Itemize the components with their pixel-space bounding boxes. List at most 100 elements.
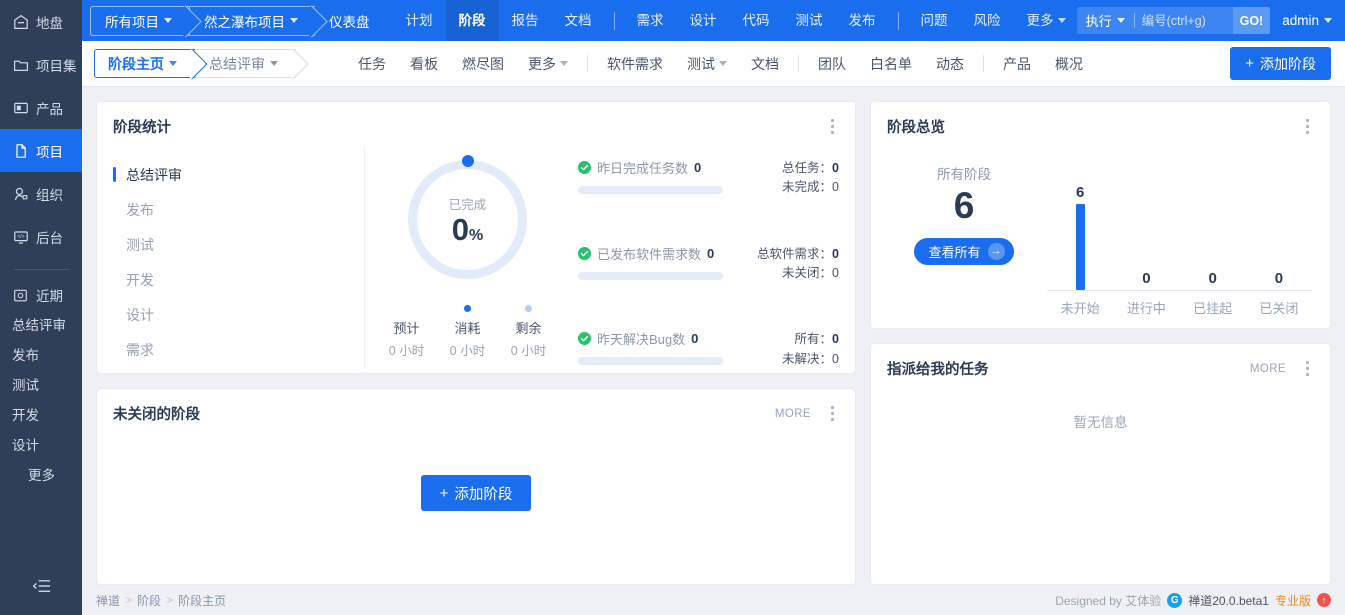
page-title: 阶段统计: [113, 120, 171, 136]
kpi-stat-value: 0: [832, 351, 839, 366]
kpi-header: 已发布软件需求数 0: [578, 244, 746, 263]
breadcrumb-label: 然之瀑布项目: [204, 14, 285, 30]
subnav-item-product[interactable]: 产品: [991, 41, 1043, 87]
stage-list-item-develop[interactable]: 开发: [113, 262, 364, 297]
sidebar-recent-item-4[interactable]: 设计: [0, 431, 82, 461]
sidebar-item-home[interactable]: 地盘: [0, 0, 82, 43]
stage-list-item-test[interactable]: 测试: [113, 227, 364, 262]
topnav-item-design[interactable]: 设计: [677, 0, 730, 41]
subnav-item-more[interactable]: 更多: [516, 41, 580, 87]
stage-statistics-body: 总结评审 发布 测试 开发 设计 需求 已完成 0% 预计 0 小时 消耗 0 …: [97, 137, 855, 369]
arrow-right-icon: →: [987, 242, 1005, 260]
donut-number: 0: [451, 212, 469, 247]
folder-icon: [12, 56, 29, 73]
topnav-item-story[interactable]: 需求: [624, 0, 677, 41]
stage-list-item-design[interactable]: 设计: [113, 297, 364, 332]
bar-category-label: 进行中: [1126, 301, 1166, 316]
kebab-menu-icon[interactable]: [1300, 118, 1314, 136]
breadcrumb-all-projects[interactable]: 所有项目: [90, 5, 189, 36]
check-circle-icon: [578, 246, 591, 260]
subcrumb-stage-home[interactable]: 阶段主页: [94, 49, 195, 78]
topnav-item-code[interactable]: 代码: [730, 0, 783, 41]
kpi-count: 0: [691, 331, 699, 347]
empty-text: 暂无信息: [1073, 415, 1128, 430]
stage-list-item-summary-review[interactable]: 总结评审: [113, 157, 364, 192]
breadcrumb-project[interactable]: 然之瀑布项目: [189, 5, 315, 36]
subnav-item-doc[interactable]: 文档: [739, 41, 791, 87]
topnav-item-doc[interactable]: 文档: [552, 0, 605, 41]
kebab-menu-icon[interactable]: [825, 405, 839, 423]
kebab-menu-icon[interactable]: [1300, 360, 1314, 378]
stage-list-item-requirement[interactable]: 需求: [113, 332, 364, 367]
bar-value: 0: [1208, 270, 1217, 287]
kpi-stat-value: 0: [832, 180, 839, 195]
subnav-item-overview[interactable]: 概况: [1043, 41, 1095, 87]
topnav-item-test[interactable]: 测试: [783, 0, 836, 41]
sidebar-recent-item-0[interactable]: 总结评审: [0, 311, 82, 341]
kpi-column: 昨日完成任务数 0 总任务：0 未完成：0 已发布软件需求数 0 总软件需求：0…: [570, 146, 855, 369]
topnav-item-release[interactable]: 发布: [836, 0, 889, 41]
kpi-stat-line: 总任务：0: [782, 161, 839, 175]
subnav-item-whitelist[interactable]: 白名单: [858, 41, 924, 87]
stage-label: 测试: [126, 236, 154, 253]
topnav-item-plan[interactable]: 计划: [393, 0, 446, 41]
topnav-item-more[interactable]: 更多: [1014, 0, 1072, 41]
search-input[interactable]: [1134, 7, 1233, 34]
edition-badge[interactable]: 专业版: [1275, 592, 1311, 609]
sidebar-recent-item-2[interactable]: 测试: [0, 371, 82, 401]
kpi-left: 昨天解决Bug数 0: [578, 329, 746, 366]
chevron-down-icon: [290, 18, 298, 23]
upgrade-icon[interactable]: ↑: [1317, 593, 1331, 607]
subnav-item-task[interactable]: 任务: [346, 41, 398, 87]
add-stage-button-top[interactable]: + 添加阶段: [1230, 47, 1331, 80]
stage-list-item-release[interactable]: 发布: [113, 192, 364, 227]
add-stage-button-center[interactable]: + 添加阶段: [420, 475, 532, 511]
footer-crumb-stage-home[interactable]: 阶段主页: [178, 592, 226, 609]
view-all-button[interactable]: 查看所有 →: [914, 237, 1014, 265]
bar-rect[interactable]: [1075, 204, 1085, 290]
hours-name: 预计: [393, 321, 420, 336]
sidebar-item-project[interactable]: 项目: [0, 129, 82, 172]
search-go-button[interactable]: GO!: [1232, 7, 1271, 34]
sub-nav-items: 任务 看板 燃尽图 更多 软件需求 测试 文档 团队 白名单 动态 产品 概况: [306, 41, 1230, 87]
sidebar-item-organization[interactable]: 组织: [0, 172, 82, 215]
sidebar-recent-item-1[interactable]: 发布: [0, 341, 82, 371]
subnav-separator: [587, 55, 588, 72]
more-link[interactable]: MORE: [775, 408, 811, 420]
chevron-down-icon: [1324, 18, 1332, 23]
search-scope-selector[interactable]: 执行: [1077, 11, 1134, 30]
sidebar-item-product[interactable]: 产品: [0, 86, 82, 129]
subnav-item-team[interactable]: 团队: [806, 41, 858, 87]
topnav-item-issue[interactable]: 问题: [908, 0, 961, 41]
main-area: 所有项目 然之瀑布项目 仪表盘 计划 阶段 报告 文档 需求 设计 代码 测试 …: [82, 0, 1345, 615]
sidebar-recent-more[interactable]: 更多: [0, 461, 82, 491]
subnav-item-dynamic[interactable]: 动态: [924, 41, 976, 87]
bar-value: 0: [1274, 270, 1284, 287]
sidebar-item-recent[interactable]: 近期: [0, 279, 82, 311]
bar-plot: 0: [1142, 172, 1151, 290]
sidebar-item-admin[interactable]: </> 后台: [0, 215, 82, 258]
subnav-item-story[interactable]: 软件需求: [595, 41, 675, 87]
bar-column: 6 未开始: [1047, 172, 1114, 317]
subnav-item-test[interactable]: 测试: [675, 41, 739, 87]
sidebar-collapse-button[interactable]: [0, 567, 82, 607]
subnav-item-kanban[interactable]: 看板: [398, 41, 450, 87]
footer-crumb-zentao[interactable]: 禅道: [96, 592, 120, 609]
user-menu[interactable]: admin: [1276, 13, 1345, 28]
topnav-item-risk[interactable]: 风险: [961, 0, 1014, 41]
breadcrumb-label: 仪表盘: [329, 14, 370, 30]
topnav-item-stage[interactable]: 阶段: [445, 0, 499, 41]
subcrumb-summary-review[interactable]: 总结评审: [195, 49, 296, 78]
more-link[interactable]: MORE: [1250, 363, 1286, 375]
sidebar-recent-item-3[interactable]: 开发: [0, 401, 82, 431]
subnav-item-burndown[interactable]: 燃尽图: [450, 41, 516, 87]
kebab-menu-icon[interactable]: [825, 118, 839, 136]
topnav-item-report[interactable]: 报告: [499, 0, 552, 41]
bar-column: 0 已关闭: [1245, 172, 1312, 317]
footer-crumb-stage[interactable]: 阶段: [137, 592, 161, 609]
sidebar-item-program[interactable]: 项目集: [0, 43, 82, 86]
overview-total: 所有阶段 6 查看所有 →: [889, 149, 1039, 317]
kpi-right: 总软件需求：0 未关闭：0: [746, 244, 839, 284]
stage-overview-card: 阶段总览 所有阶段 6 查看所有 → 6 未开始 0 进行中 0 已挂起 0 已…: [870, 101, 1331, 329]
sidebar-item-label: 项目: [36, 144, 63, 160]
